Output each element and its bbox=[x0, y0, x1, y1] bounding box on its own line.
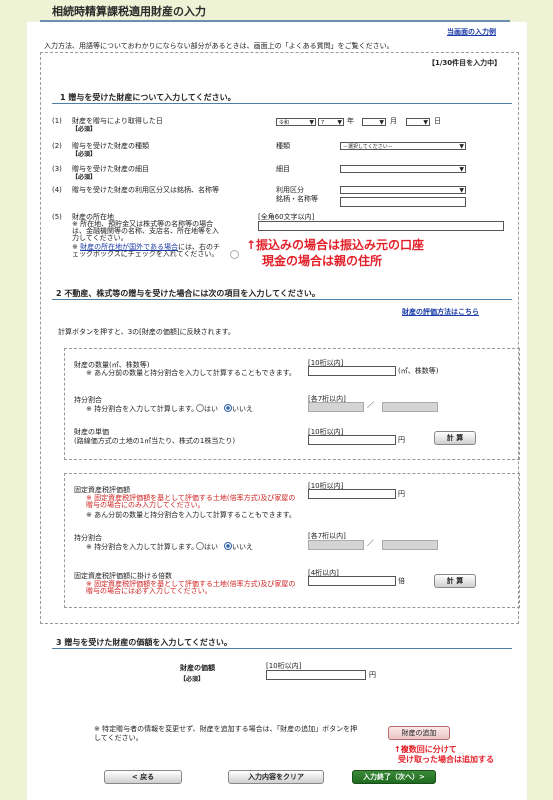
usage-field-label: 利用区分 銘柄・名称等 bbox=[276, 186, 318, 203]
title-bar: 相続時精算課税適用財産の入力 bbox=[0, 0, 553, 22]
share-yes-label: はい bbox=[204, 405, 218, 413]
month-select[interactable]: ▼ bbox=[362, 118, 386, 126]
row3-required: 【必須】 bbox=[72, 174, 97, 181]
share2-yes-label: はい bbox=[204, 543, 218, 551]
fixed-asset-input[interactable] bbox=[308, 489, 396, 499]
share-no-radio[interactable] bbox=[224, 404, 232, 412]
share-slash: ／ bbox=[367, 401, 374, 409]
row5-note: ※ 所在地、預貯金又は株式等の名称等の場合は、金融機関等の名称、支店名、所在地等… bbox=[72, 220, 219, 242]
share2-note: ※ 持分割合を入力して計算します。 bbox=[86, 543, 199, 551]
row3-num: (3) bbox=[52, 165, 62, 173]
footer-note: ※ 特定贈与者の情報を変更せず、財産を追加する場合は、「財産の追加」ボタンを押し… bbox=[94, 725, 358, 742]
share-yes-radio[interactable] bbox=[196, 404, 204, 412]
usage-select[interactable]: ▼ bbox=[340, 186, 466, 194]
chevron-down-icon: ▼ bbox=[379, 119, 384, 126]
multiplier-input[interactable] bbox=[308, 576, 396, 586]
share-no-label: いいえ bbox=[232, 405, 253, 413]
chevron-down-icon: ▼ bbox=[309, 119, 314, 126]
multiplier-note: ※ 固定資産税評価額を基として評価する土地(倍率方式)及び家屋の贈与の場合には必… bbox=[86, 580, 296, 595]
value-label: 財産の価額 bbox=[180, 664, 215, 672]
example-link[interactable]: 当画面の入力例 bbox=[447, 27, 496, 37]
location-input[interactable] bbox=[258, 221, 504, 231]
row1-required: 【必須】 bbox=[72, 126, 97, 133]
era-year-value: 7 bbox=[321, 120, 325, 126]
day-select[interactable]: ▼ bbox=[406, 118, 430, 126]
subitem-select[interactable]: ▼ bbox=[340, 165, 466, 173]
share-numerator-input[interactable] bbox=[308, 402, 364, 412]
back-button[interactable]: < 戻る bbox=[104, 770, 182, 784]
era-year-select[interactable]: 7 ▼ bbox=[318, 118, 344, 126]
section2-heading: 2 不動産、株式等の贈与を受けた場合には次の項目を入力してください。 bbox=[56, 289, 320, 298]
page: 相続時精算課税適用財産の入力 当画面の入力例 入力方法、用語等についておわかりに… bbox=[0, 0, 553, 800]
quantity-note: ※ あん分前の数量と持分割合を入力して計算することもできます。 bbox=[86, 369, 296, 377]
unit-price-sub: (路線価方式の土地の1㎡当たり、株式の1株当たり) bbox=[74, 437, 236, 445]
share2-denominator-input[interactable] bbox=[382, 540, 438, 550]
calc-button-2[interactable]: 計 算 bbox=[434, 574, 476, 588]
month-label: 月 bbox=[390, 117, 397, 125]
chevron-down-icon: ▼ bbox=[423, 119, 428, 126]
help-text: 入力方法、用語等についておわかりにならない部分があるときは、画面上の「よくある質… bbox=[44, 42, 394, 50]
value-yen: 円 bbox=[369, 671, 376, 679]
calc-note: 計算ボタンを押すと、3の[財産の価額]に反映されます。 bbox=[58, 328, 235, 336]
annotation-add: 受け取った場合は追加する bbox=[398, 755, 494, 764]
unit-price-label: 財産の単価 bbox=[74, 428, 109, 436]
row1-num: (1) bbox=[52, 117, 62, 125]
section3-rule bbox=[52, 648, 512, 649]
share2-slash: ／ bbox=[367, 539, 374, 547]
section1-heading: 1 贈与を受けた財産について入力してください。 bbox=[60, 93, 236, 102]
section1-rule bbox=[52, 103, 512, 104]
annotation-account: ↑振込みの場合は振込み元の口座 bbox=[246, 238, 425, 252]
quantity-input[interactable] bbox=[308, 366, 396, 376]
fixed-asset-note2: ※ あん分前の数量と持分割合を入力して計算することもできます。 bbox=[86, 511, 296, 519]
multiplier-unit: 倍 bbox=[398, 577, 405, 585]
row2-num: (2) bbox=[52, 142, 62, 150]
share2-numerator-input[interactable] bbox=[308, 540, 364, 550]
unit-price-input[interactable] bbox=[308, 435, 396, 445]
add-asset-button[interactable]: 財産の追加 bbox=[388, 726, 450, 740]
share-note: ※ 持分割合を入力して計算します。 bbox=[86, 405, 199, 413]
chevron-down-icon: ▼ bbox=[337, 119, 342, 126]
share2-no-radio[interactable] bbox=[224, 542, 232, 550]
chevron-down-icon: ▼ bbox=[459, 143, 464, 150]
type-field-label: 種類 bbox=[276, 142, 290, 150]
row4-num: (4) bbox=[52, 186, 62, 194]
value-required: 【必須】 bbox=[180, 676, 205, 683]
share-label: 持分割合 bbox=[74, 396, 102, 404]
year-label: 年 bbox=[347, 117, 354, 125]
type-select[interactable]: －選択してください－ ▼ bbox=[340, 142, 466, 150]
row5-num: (5) bbox=[52, 213, 62, 221]
era-select[interactable]: 令和 ▼ bbox=[276, 118, 316, 126]
chevron-down-icon: ▼ bbox=[459, 166, 464, 173]
row5-overseas-note: ※ 財産の所在地が国外である場合には、右のチェックボックスにチェックを入れてくだ… bbox=[72, 243, 221, 258]
type-select-value: －選択してください－ bbox=[343, 144, 393, 150]
era-select-value: 令和 bbox=[279, 120, 290, 126]
share2-no-label: いいえ bbox=[232, 543, 253, 551]
row2-required: 【必須】 bbox=[72, 151, 97, 158]
brand-name-input[interactable] bbox=[340, 197, 466, 207]
fixed-asset-note: ※ 固定資産税評価額を基として評価する土地(倍率方式)及び家屋の贈与の場合にのみ… bbox=[86, 494, 296, 509]
section2-rule bbox=[52, 299, 512, 300]
next-button[interactable]: 入力終了（次へ）> bbox=[352, 770, 436, 784]
page-title: 相続時精算課税適用財産の入力 bbox=[52, 5, 206, 18]
overseas-checkbox[interactable] bbox=[230, 250, 239, 259]
annotation-address: 現金の場合は親の住所 bbox=[262, 254, 383, 268]
clear-button[interactable]: 入力内容をクリア bbox=[228, 770, 324, 784]
unit-price-yen: 円 bbox=[398, 436, 405, 444]
subitem-field-label: 細目 bbox=[276, 165, 290, 173]
fixed-asset-yen: 円 bbox=[398, 490, 405, 498]
share2-label: 持分割合 bbox=[74, 534, 102, 542]
value-input[interactable] bbox=[266, 670, 366, 680]
quantity-unit: (㎡、株数等) bbox=[398, 367, 439, 375]
section3-heading: 3 贈与を受けた財産の価額を入力してください。 bbox=[56, 638, 232, 647]
day-label: 日 bbox=[434, 117, 441, 125]
progress-indicator: 【1/30件目を入力中】 bbox=[428, 59, 502, 67]
chevron-down-icon: ▼ bbox=[459, 187, 464, 194]
row4-label: 贈与を受けた財産の利用区分又は銘柄、名称等 bbox=[72, 186, 219, 194]
calc-button-1[interactable]: 計 算 bbox=[434, 431, 476, 445]
share2-yes-radio[interactable] bbox=[196, 542, 204, 550]
eval-method-link[interactable]: 財産の評価方法はこちら bbox=[402, 307, 479, 317]
share-denominator-input[interactable] bbox=[382, 402, 438, 412]
